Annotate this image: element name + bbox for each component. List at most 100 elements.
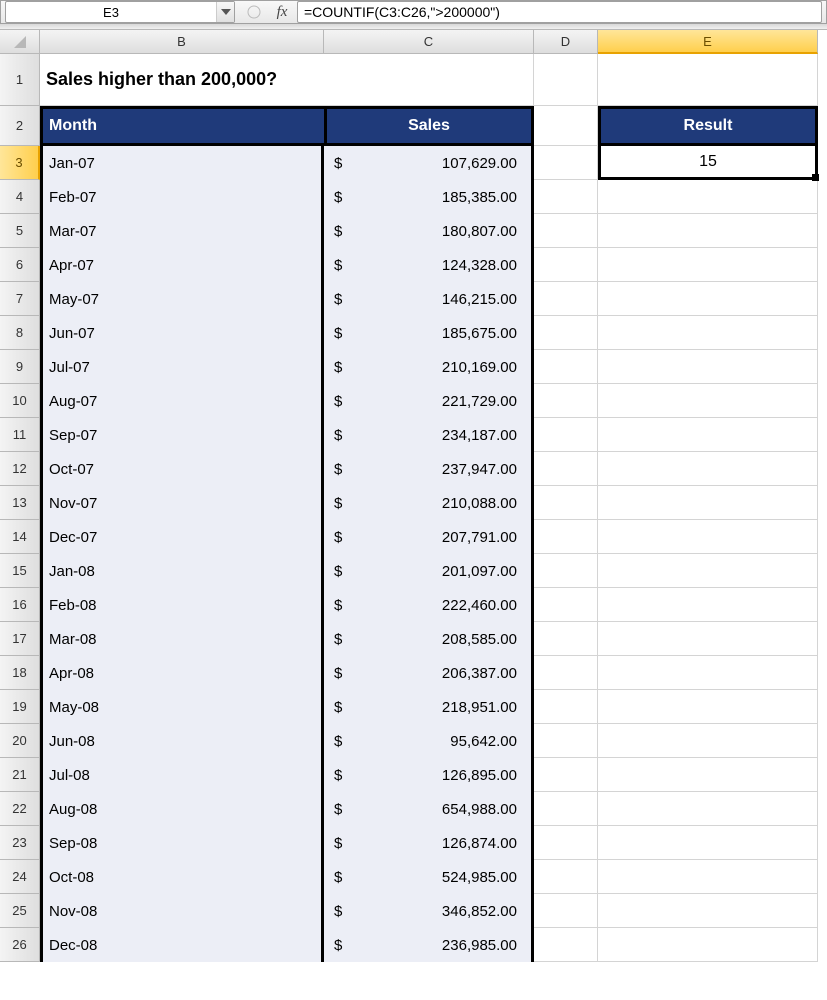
cell-sales-25[interactable]: $346,852.00 bbox=[324, 894, 534, 928]
cell-sales-5[interactable]: $180,807.00 bbox=[324, 214, 534, 248]
cell-e-23[interactable] bbox=[598, 826, 818, 860]
cell-e-7[interactable] bbox=[598, 282, 818, 316]
cell-d1[interactable] bbox=[534, 54, 598, 106]
fx-label[interactable]: fx bbox=[267, 4, 297, 21]
cell-month-3[interactable]: Jan-07 bbox=[40, 146, 324, 180]
cell-d-4[interactable] bbox=[534, 180, 598, 214]
col-header-b[interactable]: B bbox=[40, 30, 324, 54]
row-header-21[interactable]: 21 bbox=[0, 758, 40, 792]
cell-d-11[interactable] bbox=[534, 418, 598, 452]
cell-sales-15[interactable]: $201,097.00 bbox=[324, 554, 534, 588]
cell-sales-20[interactable]: $95,642.00 bbox=[324, 724, 534, 758]
cell-e-22[interactable] bbox=[598, 792, 818, 826]
title-cell[interactable]: Sales higher than 200,000? bbox=[40, 54, 534, 106]
cell-e-24[interactable] bbox=[598, 860, 818, 894]
row-header-22[interactable]: 22 bbox=[0, 792, 40, 826]
cell-e-14[interactable] bbox=[598, 520, 818, 554]
cell-d-5[interactable] bbox=[534, 214, 598, 248]
cell-sales-26[interactable]: $236,985.00 bbox=[324, 928, 534, 962]
cell-d-7[interactable] bbox=[534, 282, 598, 316]
row-header-18[interactable]: 18 bbox=[0, 656, 40, 690]
cell-month-12[interactable]: Oct-07 bbox=[40, 452, 324, 486]
cell-d-12[interactable] bbox=[534, 452, 598, 486]
row-header-17[interactable]: 17 bbox=[0, 622, 40, 656]
result-cell[interactable]: 15 bbox=[598, 146, 818, 180]
cell-sales-19[interactable]: $218,951.00 bbox=[324, 690, 534, 724]
header-month[interactable]: Month bbox=[40, 106, 324, 146]
row-header-25[interactable]: 25 bbox=[0, 894, 40, 928]
cell-month-8[interactable]: Jun-07 bbox=[40, 316, 324, 350]
cell-e-20[interactable] bbox=[598, 724, 818, 758]
row-header-9[interactable]: 9 bbox=[0, 350, 40, 384]
cell-sales-4[interactable]: $185,385.00 bbox=[324, 180, 534, 214]
cell-d-26[interactable] bbox=[534, 928, 598, 962]
cell-d-18[interactable] bbox=[534, 656, 598, 690]
cell-d-22[interactable] bbox=[534, 792, 598, 826]
name-box-dropdown[interactable] bbox=[216, 2, 234, 22]
formula-input[interactable]: =COUNTIF(C3:C26,">200000") bbox=[297, 1, 822, 23]
row-header-4[interactable]: 4 bbox=[0, 180, 40, 214]
cell-month-6[interactable]: Apr-07 bbox=[40, 248, 324, 282]
col-header-c[interactable]: C bbox=[324, 30, 534, 54]
select-all-corner[interactable] bbox=[0, 30, 40, 54]
cell-month-19[interactable]: May-08 bbox=[40, 690, 324, 724]
cell-d2[interactable] bbox=[534, 106, 598, 146]
cell-e-18[interactable] bbox=[598, 656, 818, 690]
cell-d-23[interactable] bbox=[534, 826, 598, 860]
cell-d-3[interactable] bbox=[534, 146, 598, 180]
cell-sales-3[interactable]: $107,629.00 bbox=[324, 146, 534, 180]
name-box[interactable]: E3 bbox=[5, 1, 235, 23]
cell-sales-9[interactable]: $210,169.00 bbox=[324, 350, 534, 384]
row-header-7[interactable]: 7 bbox=[0, 282, 40, 316]
cell-e-8[interactable] bbox=[598, 316, 818, 350]
cell-d-25[interactable] bbox=[534, 894, 598, 928]
cell-month-23[interactable]: Sep-08 bbox=[40, 826, 324, 860]
row-header-26[interactable]: 26 bbox=[0, 928, 40, 962]
cell-month-20[interactable]: Jun-08 bbox=[40, 724, 324, 758]
cell-d-9[interactable] bbox=[534, 350, 598, 384]
cell-e-13[interactable] bbox=[598, 486, 818, 520]
cell-e-10[interactable] bbox=[598, 384, 818, 418]
cell-month-15[interactable]: Jan-08 bbox=[40, 554, 324, 588]
cell-d-21[interactable] bbox=[534, 758, 598, 792]
row-header-13[interactable]: 13 bbox=[0, 486, 40, 520]
cell-e1[interactable] bbox=[598, 54, 818, 106]
cell-d-10[interactable] bbox=[534, 384, 598, 418]
row-header-11[interactable]: 11 bbox=[0, 418, 40, 452]
fill-handle[interactable] bbox=[812, 174, 819, 181]
cell-month-21[interactable]: Jul-08 bbox=[40, 758, 324, 792]
header-sales[interactable]: Sales bbox=[324, 106, 534, 146]
cell-sales-23[interactable]: $126,874.00 bbox=[324, 826, 534, 860]
cell-month-26[interactable]: Dec-08 bbox=[40, 928, 324, 962]
cell-e-16[interactable] bbox=[598, 588, 818, 622]
cell-month-11[interactable]: Sep-07 bbox=[40, 418, 324, 452]
cell-sales-17[interactable]: $208,585.00 bbox=[324, 622, 534, 656]
row-header-3[interactable]: 3 bbox=[0, 146, 40, 180]
col-header-e[interactable]: E bbox=[598, 30, 818, 54]
cell-e-25[interactable] bbox=[598, 894, 818, 928]
cell-e-6[interactable] bbox=[598, 248, 818, 282]
cell-d-20[interactable] bbox=[534, 724, 598, 758]
cell-month-24[interactable]: Oct-08 bbox=[40, 860, 324, 894]
cell-month-16[interactable]: Feb-08 bbox=[40, 588, 324, 622]
cell-d-24[interactable] bbox=[534, 860, 598, 894]
cell-sales-21[interactable]: $126,895.00 bbox=[324, 758, 534, 792]
cell-month-17[interactable]: Mar-08 bbox=[40, 622, 324, 656]
cell-d-8[interactable] bbox=[534, 316, 598, 350]
row-header-8[interactable]: 8 bbox=[0, 316, 40, 350]
row-header-23[interactable]: 23 bbox=[0, 826, 40, 860]
cell-month-4[interactable]: Feb-07 bbox=[40, 180, 324, 214]
row-header-6[interactable]: 6 bbox=[0, 248, 40, 282]
cell-e-21[interactable] bbox=[598, 758, 818, 792]
cell-sales-6[interactable]: $124,328.00 bbox=[324, 248, 534, 282]
cell-sales-22[interactable]: $654,988.00 bbox=[324, 792, 534, 826]
row-header-19[interactable]: 19 bbox=[0, 690, 40, 724]
cell-sales-13[interactable]: $210,088.00 bbox=[324, 486, 534, 520]
row-header-12[interactable]: 12 bbox=[0, 452, 40, 486]
cell-e-12[interactable] bbox=[598, 452, 818, 486]
row-header-10[interactable]: 10 bbox=[0, 384, 40, 418]
cell-month-25[interactable]: Nov-08 bbox=[40, 894, 324, 928]
row-header-14[interactable]: 14 bbox=[0, 520, 40, 554]
row-header-1[interactable]: 1 bbox=[0, 54, 40, 106]
cell-month-7[interactable]: May-07 bbox=[40, 282, 324, 316]
